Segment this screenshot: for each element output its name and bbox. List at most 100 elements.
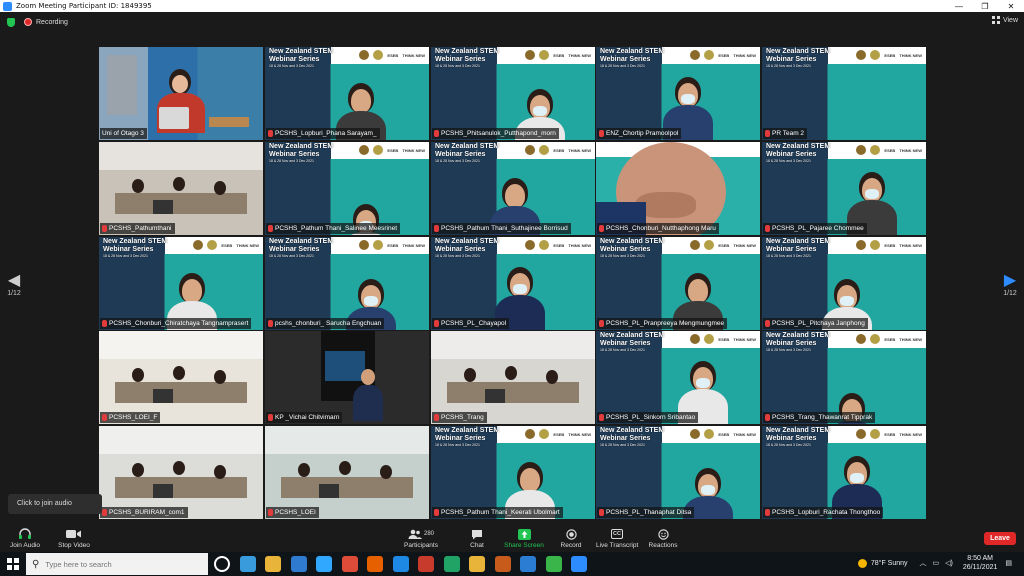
app-icon[interactable] [494, 556, 511, 572]
participant-tile[interactable]: New Zealand STEM Webinar Series 18 & 28 No… [596, 331, 760, 424]
reactions-button[interactable]: Reactions [648, 527, 678, 549]
slide-logo-text2: THINK NEW [402, 52, 425, 58]
maximize-button[interactable]: ❐ [972, 2, 998, 11]
participant-tile[interactable]: New Zealand STEM Webinar Series 18 & 28 No… [596, 237, 760, 330]
live-transcript-button[interactable]: CC Live Transcript [596, 527, 638, 549]
weather-sun-icon [857, 558, 867, 568]
muted-mic-icon [599, 509, 604, 516]
participants-button[interactable]: 280 Participants [402, 527, 440, 549]
slide-logo-text: ESEB [884, 336, 896, 342]
recording-indicator[interactable]: Recording [24, 18, 68, 26]
line-icon[interactable] [443, 556, 460, 572]
participant-name-label: PCSHS_Chonburi_Chiratchaya Tangnampraser… [100, 318, 252, 329]
participant-tile[interactable]: New Zealand STEM Webinar Series 18 & 28 No… [762, 426, 926, 519]
muted-mic-icon [268, 509, 273, 516]
windows-start-icon[interactable] [7, 558, 19, 570]
tray-chevron-icon[interactable]: ︿ [920, 558, 927, 568]
cortana-icon[interactable] [214, 556, 230, 572]
page-indicator-left: 1/12 [7, 290, 21, 297]
participant-video [99, 142, 263, 235]
volume-icon[interactable]: ◁) [945, 559, 953, 567]
slide-title-line2: Webinar Series [766, 245, 817, 253]
powerpoint-icon[interactable] [418, 556, 434, 572]
app-icon[interactable] [290, 556, 307, 572]
participant-tile[interactable]: New Zealand STEM Webinar Series 18 & 28 No… [762, 47, 926, 140]
network-icon[interactable]: ▭ [933, 559, 940, 567]
participant-tile[interactable]: New Zealand STEM Webinar Series 18 & 28 No… [596, 47, 760, 140]
participant-tile[interactable]: New Zealand STEM Webinar Series 18 & 28 No… [762, 331, 926, 424]
file-explorer-icon[interactable] [265, 556, 281, 572]
chat-button[interactable]: Chat [468, 527, 486, 549]
participant-tile[interactable]: New Zealand STEM Webinar Series 18 & 28 No… [762, 237, 926, 330]
app-icon[interactable] [392, 556, 409, 572]
gallery-view-icon [991, 16, 1000, 24]
participant-tile[interactable]: New Zealand STEM Webinar Series 18 & 28 No… [99, 237, 263, 330]
reactions-label: Reactions [648, 542, 678, 549]
taskbar-search[interactable]: ⚲ [26, 553, 208, 575]
close-button[interactable]: ✕ [998, 2, 1024, 11]
zoom-icon[interactable] [571, 556, 587, 572]
view-button[interactable]: View [991, 16, 1018, 24]
muted-mic-icon [765, 320, 770, 327]
share-screen-button[interactable]: Share Screen [504, 527, 544, 549]
video-camera-icon [56, 527, 92, 541]
edge-icon[interactable] [520, 556, 536, 572]
slide-logo-text2: THINK NEW [568, 52, 591, 58]
participant-tile[interactable]: PCSHS_BURIRAM_com1 [99, 426, 263, 519]
participant-tile[interactable]: New Zealand STEM Webinar Series 18 & 28 No… [265, 47, 429, 140]
participant-tile[interactable]: PCSHS_LOEI_F [99, 331, 263, 424]
slide-logo-text2: THINK NEW [899, 52, 922, 58]
university-seal-icon [525, 145, 536, 155]
slide-logos: ESEB THINK NEW [690, 50, 756, 60]
chat-label: Chat [470, 542, 484, 549]
participant-tile[interactable]: Uni of Otago 3 [99, 47, 263, 140]
participant-tile[interactable]: New Zealand STEM Webinar Series 18 & 28 No… [596, 426, 760, 519]
participant-name-label: Uni of Otago 3 [100, 128, 147, 139]
taskbar-clock[interactable]: 8:50 AM 26/11/2021 [963, 554, 998, 572]
prev-page-button[interactable]: ◀ 1/12 [6, 273, 22, 298]
participant-name: KP _Vichai Chitvimarn [275, 414, 340, 421]
taskbar-search-input[interactable] [45, 559, 196, 569]
slide-logos: ESEB THINK NEW [856, 50, 922, 60]
record-button[interactable]: Record [560, 527, 582, 549]
participant-tile[interactable]: New Zealand STEM Webinar Series 18 & 28 No… [431, 237, 595, 330]
word-icon[interactable] [545, 556, 562, 572]
participant-tile[interactable]: KP _Vichai Chitvimarn [265, 331, 429, 424]
participant-tile[interactable]: PCSHS_Chonburi_Nutthaphong Maru [596, 142, 760, 235]
participant-tile[interactable]: New Zealand STEM Webinar Series 18 & 28 No… [431, 426, 595, 519]
chrome-icon[interactable] [341, 556, 358, 572]
notification-icon[interactable]: ▤ [1005, 559, 1012, 567]
task-view-icon[interactable] [239, 556, 256, 572]
participant-tile[interactable]: PCSHS_Pathumthani [99, 142, 263, 235]
participant-tile[interactable]: New Zealand STEM Webinar Series 18 & 28 No… [762, 142, 926, 235]
participant-tile[interactable]: New Zealand STEM Webinar Series 18 & 28 No… [265, 142, 429, 235]
participant-tile[interactable]: New Zealand STEM Webinar Series 18 & 28 No… [265, 237, 429, 330]
filezilla-icon[interactable] [469, 556, 485, 572]
system-tray: 78°F Sunny ︿ ▭ ◁) 8:50 AM 26/11/2021 ▤ [857, 554, 1018, 572]
participant-name-label: PCSHS_PL_Thanaphat Ditsa [597, 507, 695, 518]
participant-tile[interactable]: PCSHS_Trang [431, 331, 595, 424]
slide-title-line1: New Zealand STEM [435, 143, 500, 150]
university-seal-icon [359, 240, 370, 250]
stop-video-button[interactable]: Stop Video [56, 527, 92, 549]
slide-logo-text2: THINK NEW [568, 242, 591, 248]
slide-logos: ESEB THINK NEW [525, 50, 591, 60]
participant-name-label: PCSHS_PL_Pranpreeya Mengmungmee [597, 318, 728, 329]
school-crest-icon [870, 145, 881, 155]
weather-text[interactable]: 78°F Sunny [871, 560, 908, 567]
next-page-button[interactable]: ▶ 1/12 [1002, 273, 1018, 298]
slide-title-line2: Webinar Series [766, 150, 817, 158]
minimize-button[interactable]: — [946, 2, 972, 11]
participant-tile[interactable]: New Zealand STEM Webinar Series 18 & 28 No… [431, 47, 595, 140]
slide-logo-text: ESEB [718, 52, 730, 58]
participant-tile[interactable]: New Zealand STEM Webinar Series 18 & 28 No… [431, 142, 595, 235]
participant-tile[interactable]: PCSHS_LOEI [265, 426, 429, 519]
leave-button[interactable]: Leave [984, 532, 1016, 545]
firefox-icon[interactable] [367, 556, 383, 572]
security-shield-icon[interactable] [7, 18, 15, 27]
slide-title-line1: New Zealand STEM [766, 332, 831, 339]
join-audio-button[interactable]: Join Audio [8, 527, 42, 549]
slide-title-line2: Webinar Series [435, 434, 486, 442]
slide-title-line1: New Zealand STEM [766, 48, 831, 55]
photoshop-icon[interactable] [316, 556, 332, 572]
